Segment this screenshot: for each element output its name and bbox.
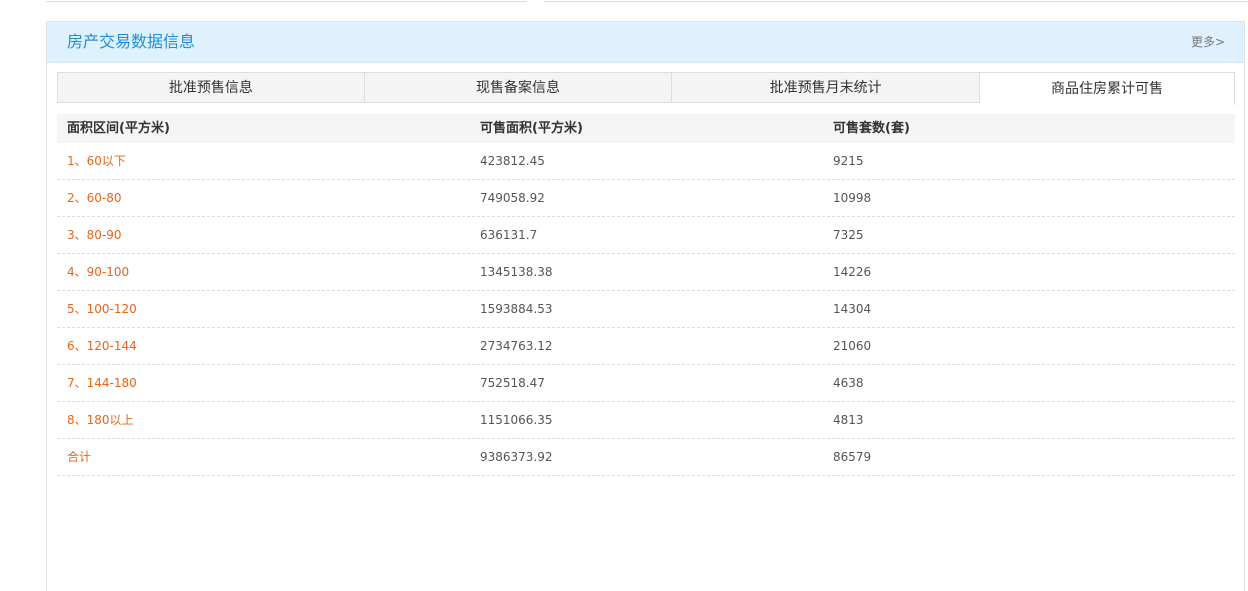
area-range-cell[interactable]: 4、90-100 <box>57 254 470 290</box>
available-area-cell: 1151066.35 <box>480 413 553 427</box>
table-row: 6、120-144 2734763.12 21060 <box>57 328 1235 365</box>
available-units-cell: 7325 <box>833 228 864 242</box>
available-area-cell: 1345138.38 <box>480 265 553 279</box>
tab-spot-sale-filing[interactable]: 现售备案信息 <box>364 72 673 103</box>
total-label-cell[interactable]: 合计 <box>57 439 470 475</box>
available-units-cell: 14226 <box>833 265 872 279</box>
available-area-cell: 749058.92 <box>480 191 545 205</box>
table-row: 3、80-90 636131.7 7325 <box>57 217 1235 254</box>
header-available-units: 可售套数(套) <box>833 121 910 136</box>
table-header: 面积区间(平方米) 可售面积(平方米) 可售套数(套) <box>57 114 1235 143</box>
total-units-cell: 86579 <box>833 450 872 464</box>
available-area-cell: 1593884.53 <box>480 302 553 316</box>
tab-cumulative-available[interactable]: 商品住房累计可售 <box>979 72 1236 105</box>
available-area-cell: 636131.7 <box>480 228 538 242</box>
available-units-cell: 4638 <box>833 376 864 390</box>
table-row: 7、144-180 752518.47 4638 <box>57 365 1235 402</box>
available-units-cell: 10998 <box>833 191 872 205</box>
table-row: 1、60以下 423812.45 9215 <box>57 143 1235 180</box>
tab-presale-approval[interactable]: 批准预售信息 <box>57 72 365 103</box>
available-housing-table: 面积区间(平方米) 可售面积(平方米) 可售套数(套) 1、60以下 42381… <box>57 114 1235 476</box>
area-range-cell[interactable]: 2、60-80 <box>57 180 470 216</box>
area-range-cell[interactable]: 7、144-180 <box>57 365 470 401</box>
table-row: 4、90-100 1345138.38 14226 <box>57 254 1235 291</box>
tab-presale-monthly-stats[interactable]: 批准预售月末统计 <box>672 72 980 103</box>
area-range-cell[interactable]: 8、180以上 <box>57 402 470 438</box>
previous-panel-bottom-left <box>46 0 527 2</box>
area-range-cell[interactable]: 5、100-120 <box>57 291 470 327</box>
available-area-cell: 2734763.12 <box>480 339 553 353</box>
available-area-cell: 752518.47 <box>480 376 545 390</box>
table-row: 8、180以上 1151066.35 4813 <box>57 402 1235 439</box>
available-units-cell: 4813 <box>833 413 864 427</box>
header-area-range: 面积区间(平方米) <box>67 121 170 136</box>
available-units-cell: 21060 <box>833 339 872 353</box>
table-row: 5、100-120 1593884.53 14304 <box>57 291 1235 328</box>
more-link[interactable]: 更多> <box>1191 35 1225 49</box>
housing-data-panel: 房产交易数据信息 更多> 批准预售信息 现售备案信息 批准预售月末统计 商品住房… <box>46 21 1245 591</box>
total-area-cell: 9386373.92 <box>480 450 553 464</box>
header-available-area: 可售面积(平方米) <box>480 121 583 136</box>
available-units-cell: 14304 <box>833 302 872 316</box>
panel-title: 房产交易数据信息 <box>67 32 196 51</box>
available-units-cell: 9215 <box>833 154 864 168</box>
panel-header: 房产交易数据信息 更多> <box>47 22 1244 63</box>
area-range-cell[interactable]: 3、80-90 <box>57 217 470 253</box>
table-row-total: 合计 9386373.92 86579 <box>57 439 1235 476</box>
available-area-cell: 423812.45 <box>480 154 545 168</box>
area-range-cell[interactable]: 6、120-144 <box>57 328 470 364</box>
table-row: 2、60-80 749058.92 10998 <box>57 180 1235 217</box>
area-range-cell[interactable]: 1、60以下 <box>57 143 470 179</box>
tab-bar: 批准预售信息 现售备案信息 批准预售月末统计 商品住房累计可售 <box>57 72 1236 105</box>
previous-panel-bottom-right <box>544 0 1248 2</box>
